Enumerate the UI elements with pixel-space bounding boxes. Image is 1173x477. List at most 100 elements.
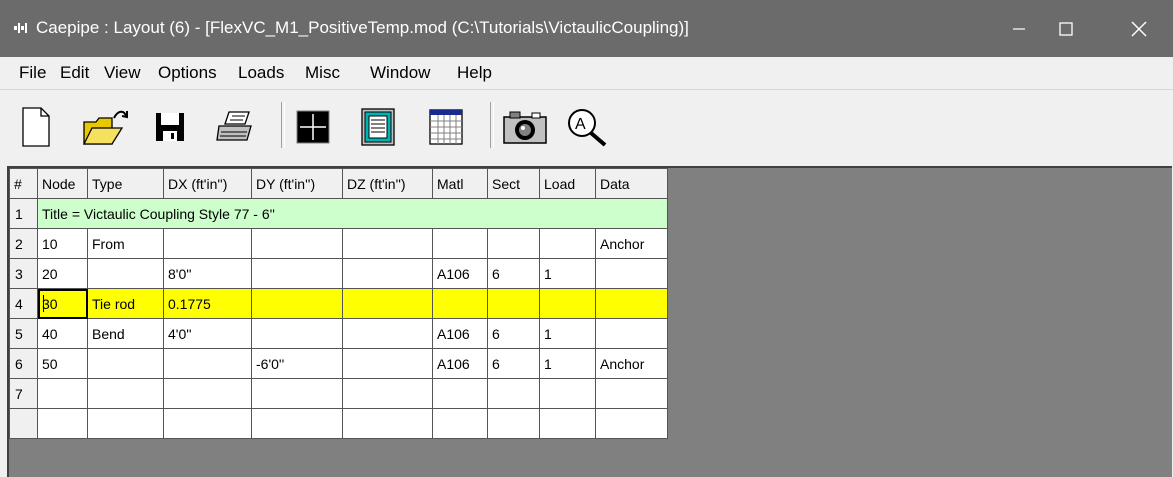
matl-cell[interactable] (432, 378, 488, 409)
minimize-button[interactable] (996, 0, 1042, 57)
col-header-dz[interactable]: DZ (ft'in'') (342, 168, 433, 199)
col-header-node[interactable]: Node (37, 168, 88, 199)
close-button[interactable] (1116, 0, 1162, 57)
sect-cell[interactable]: 6 (487, 348, 540, 379)
data-cell[interactable] (595, 258, 668, 289)
node-cell-active[interactable]: 30 (37, 288, 88, 319)
type-cell[interactable]: Tie rod (87, 288, 164, 319)
load-cell[interactable]: 1 (539, 258, 596, 289)
dx-cell[interactable] (163, 378, 252, 409)
graphics-button[interactable] (293, 90, 333, 164)
data-cell[interactable]: Anchor (595, 228, 668, 259)
menu-misc[interactable]: Misc (305, 63, 340, 83)
table-row[interactable]: 2 10 From Anchor (9, 228, 668, 259)
col-header-sect[interactable]: Sect (487, 168, 540, 199)
col-header-dy[interactable]: DY (ft'in'') (251, 168, 343, 199)
table-row[interactable]: 7 (9, 378, 668, 409)
layout-button[interactable] (358, 90, 398, 164)
matl-cell[interactable]: A106 (432, 258, 488, 289)
selected-table-row[interactable]: 4 30 Tie rod 0.1775 (9, 288, 668, 319)
dy-cell[interactable] (251, 258, 343, 289)
node-cell[interactable]: 20 (37, 258, 88, 289)
node-cell[interactable]: 40 (37, 318, 88, 349)
col-header-load[interactable]: Load (539, 168, 596, 199)
dz-cell[interactable] (342, 288, 433, 319)
table-row[interactable]: 6 50 -6'0'' A106 6 1 Anchor (9, 348, 668, 379)
row-number[interactable]: 5 (9, 318, 38, 349)
spreadsheet-button[interactable] (426, 90, 466, 164)
table-row[interactable] (9, 408, 668, 439)
type-cell[interactable] (87, 348, 164, 379)
table-row[interactable]: 5 40 Bend 4'0'' A106 6 1 (9, 318, 668, 349)
dy-cell[interactable]: -6'0'' (251, 348, 343, 379)
type-cell[interactable]: From (87, 228, 164, 259)
print-button[interactable] (212, 90, 258, 164)
node-cell[interactable] (37, 378, 88, 409)
dx-cell[interactable]: 8'0'' (163, 258, 252, 289)
title-row[interactable]: 1 Title = Victaulic Coupling Style 77 - … (9, 198, 668, 229)
matl-cell[interactable] (432, 408, 488, 439)
dz-cell[interactable] (342, 228, 433, 259)
dx-cell[interactable]: 4'0'' (163, 318, 252, 349)
dy-cell[interactable] (251, 378, 343, 409)
load-cell[interactable]: 1 (539, 318, 596, 349)
data-cell[interactable] (595, 408, 668, 439)
type-cell[interactable] (87, 378, 164, 409)
sect-cell[interactable] (487, 408, 540, 439)
table-row[interactable]: 3 20 8'0'' A106 6 1 (9, 258, 668, 289)
dy-cell[interactable] (251, 318, 343, 349)
col-header-type[interactable]: Type (87, 168, 164, 199)
menu-edit[interactable]: Edit (60, 63, 89, 83)
load-cell[interactable] (539, 228, 596, 259)
dz-cell[interactable] (342, 318, 433, 349)
menu-loads[interactable]: Loads (238, 63, 284, 83)
load-cell[interactable]: 1 (539, 348, 596, 379)
dx-cell[interactable] (163, 408, 252, 439)
sect-cell[interactable] (487, 288, 540, 319)
data-cell[interactable] (595, 288, 668, 319)
row-number[interactable]: 3 (9, 258, 38, 289)
row-number[interactable]: 7 (9, 378, 38, 409)
zoom-button[interactable]: A (563, 90, 613, 164)
dx-cell[interactable] (163, 228, 252, 259)
load-cell[interactable] (539, 288, 596, 319)
dz-cell[interactable] (342, 378, 433, 409)
data-cell[interactable]: Anchor (595, 348, 668, 379)
col-header-dx[interactable]: DX (ft'in'') (163, 168, 252, 199)
matl-cell[interactable]: A106 (432, 318, 488, 349)
menu-file[interactable]: File (19, 63, 46, 83)
sect-cell[interactable]: 6 (487, 318, 540, 349)
node-cell[interactable] (37, 408, 88, 439)
title-cell[interactable]: Title = Victaulic Coupling Style 77 - 6'… (37, 198, 668, 229)
type-cell[interactable] (87, 408, 164, 439)
data-cell[interactable] (595, 318, 668, 349)
dy-cell[interactable] (251, 228, 343, 259)
node-cell[interactable]: 50 (37, 348, 88, 379)
dx-cell[interactable] (163, 348, 252, 379)
dy-cell[interactable] (251, 408, 343, 439)
new-file-button[interactable] (16, 90, 56, 164)
dz-cell[interactable] (342, 408, 433, 439)
matl-cell[interactable]: A106 (432, 348, 488, 379)
menu-options[interactable]: Options (158, 63, 217, 83)
type-cell[interactable] (87, 258, 164, 289)
matl-cell[interactable] (432, 228, 488, 259)
save-button[interactable] (150, 90, 190, 164)
row-number[interactable]: 2 (9, 228, 38, 259)
dy-cell[interactable] (251, 288, 343, 319)
maximize-button[interactable] (1043, 0, 1089, 57)
dx-cell[interactable]: 0.1775 (163, 288, 252, 319)
data-cell[interactable] (595, 378, 668, 409)
menu-help[interactable]: Help (457, 63, 492, 83)
sect-cell[interactable] (487, 228, 540, 259)
row-number[interactable]: 1 (9, 198, 38, 229)
open-file-button[interactable] (80, 90, 132, 164)
camera-button[interactable] (500, 90, 550, 164)
dz-cell[interactable] (342, 348, 433, 379)
row-number[interactable]: 4 (9, 288, 38, 319)
row-number[interactable] (9, 408, 38, 439)
sect-cell[interactable] (487, 378, 540, 409)
load-cell[interactable] (539, 408, 596, 439)
node-cell[interactable]: 10 (37, 228, 88, 259)
dz-cell[interactable] (342, 258, 433, 289)
